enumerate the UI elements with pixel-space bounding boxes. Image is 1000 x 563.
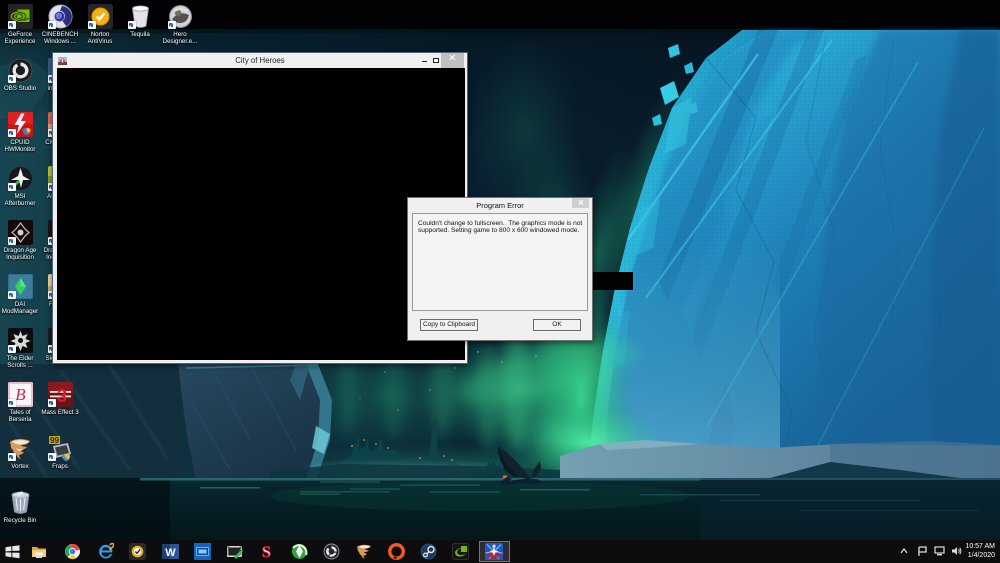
svg-text:S: S: [262, 544, 271, 560]
svg-text:B: B: [15, 385, 26, 404]
svg-text:W: W: [165, 547, 176, 559]
svg-text:99: 99: [50, 436, 59, 445]
svg-text:3: 3: [56, 386, 66, 406]
